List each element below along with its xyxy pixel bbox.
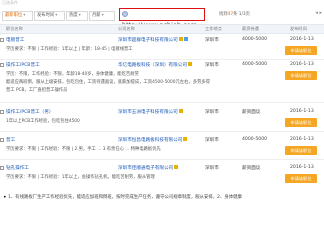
verified-badge-icon xyxy=(174,165,179,169)
pager-arrows[interactable]: ◂ ▸ xyxy=(315,10,322,16)
job-desc: 1年以上PCB工作经验，包吃包住4500 xyxy=(6,119,80,124)
selected-filters-label: 已选条件 xyxy=(0,0,324,6)
col-city: 工作地点 xyxy=(205,26,222,31)
chevron-down-icon: ▾ xyxy=(23,13,26,18)
requirements-text: 1、有线路板厂生产工作经验优先，能适应加班和倒班，按时完成生产任务，遵守公司规章… xyxy=(8,195,242,200)
job-desc: 学历要求：不限 | 工作经验：1年以上 | 年龄：18-45 | 电镀线普工 xyxy=(6,47,133,52)
filter-popularity-label: 热度 xyxy=(69,13,78,18)
col-salary: 薪资待遇 xyxy=(242,26,259,31)
apply-button[interactable]: 申请该职位 xyxy=(285,118,317,127)
job-desc: 普工 PCB，工厂直招普工操作员 xyxy=(6,88,68,93)
company-link[interactable]: 深圳市五洲电子科技有限公司 xyxy=(118,109,183,115)
company-name: 深圳市佳顺通电子有限公司 xyxy=(118,166,174,171)
bullet-dot: • xyxy=(3,194,7,201)
job-title-link[interactable]: 操作工/PCB普工（男） xyxy=(6,109,53,115)
job-salary: 4000-5000 xyxy=(242,137,268,142)
table-header: 职位名称 公司名称 工作地点 薪资待遇 发布时间 xyxy=(0,24,324,34)
job-desc: 学历：不限，工作经验：不限，年龄18-40岁，身体健康，能吃苦耐劳 xyxy=(6,72,139,77)
row-checkbox[interactable] xyxy=(0,138,4,142)
vip-badge-icon xyxy=(183,37,188,41)
row-divider xyxy=(0,159,324,160)
chevron-down-icon: ▾ xyxy=(55,13,58,18)
row-checkbox[interactable] xyxy=(0,166,4,170)
result-summary: 找到47条 1/3页 xyxy=(219,11,250,17)
company-name: 华亿电路板科技（深圳）有限公司 xyxy=(118,63,187,68)
table-row: 普工 深圳市恒昌电路板科技有限公司 深圳市 4000-5000 2016-1-1… xyxy=(0,137,324,161)
row-divider xyxy=(0,102,324,103)
job-date: 2016-1-13 xyxy=(290,37,314,42)
job-salary: 薪资面议 xyxy=(242,166,261,171)
globe-icon xyxy=(122,11,128,17)
apply-button[interactable]: 申请该职位 xyxy=(285,46,317,55)
url-overlay: http://www.pcbjob.com xyxy=(119,8,205,29)
table-row: 钻孔操作工 深圳市佳顺通电子有限公司 深圳市 薪资面议 2016-1-13 申请… xyxy=(0,165,324,189)
job-title-link[interactable]: 电镀普工 xyxy=(6,37,24,43)
verified-badge-icon xyxy=(178,37,183,41)
result-suffix: 条 1/3页 xyxy=(233,12,250,17)
col-date: 发布时间 xyxy=(290,26,307,31)
company-link[interactable]: 华亿电路板科技（深圳）有限公司 xyxy=(118,62,192,68)
filter-popularity[interactable]: 热度▾ xyxy=(66,11,88,21)
row-checkbox[interactable] xyxy=(0,63,4,67)
chevron-down-icon: ▾ xyxy=(78,13,81,18)
filter-latest-label: 最新职位 xyxy=(5,13,23,18)
job-desc: 学历要求：不限 | 工作经验：不限 | 2.男，手工 ... 3.有责任心 ..… xyxy=(6,147,161,152)
filter-latest[interactable]: 最新职位▾ xyxy=(2,11,33,21)
apply-button[interactable]: 申请该职位 xyxy=(285,174,317,183)
col-job-title: 职位名称 xyxy=(6,26,23,31)
job-city: 深圳市 xyxy=(205,138,219,143)
company-link[interactable]: 深圳市恒昌电路板科技有限公司 xyxy=(118,137,188,143)
row-checkbox[interactable] xyxy=(0,38,4,42)
job-date: 2016-1-13 xyxy=(290,109,314,114)
verified-badge-icon xyxy=(187,62,192,66)
job-date: 2016-1-13 xyxy=(290,165,314,170)
row-divider xyxy=(0,131,324,132)
filter-salary-label: 月薪 xyxy=(92,13,101,18)
job-salary: 4000-5000 xyxy=(242,62,268,67)
company-name: 深圳市恒昌电路板科技有限公司 xyxy=(118,138,183,143)
job-date: 2016-1-13 xyxy=(290,62,314,67)
job-city: 深圳市 xyxy=(205,110,219,115)
company-name: 深圳市超群电子科技有限公司 xyxy=(118,38,178,43)
apply-button[interactable]: 申请该职位 xyxy=(285,146,317,155)
col-company: 公司名称 xyxy=(118,26,135,31)
filter-publish-time-label: 发布时间 xyxy=(37,13,55,18)
verified-badge-icon xyxy=(183,137,188,141)
job-desc: 学历要求：不限 | 工作经验：1年以上，会操作钻孔机，能吃苦耐劳，服从管理 xyxy=(6,175,155,180)
company-name: 深圳市五洲电子科技有限公司 xyxy=(118,110,178,115)
row-divider xyxy=(0,59,324,60)
job-city: 深圳市 xyxy=(205,63,219,68)
job-title-link[interactable]: 钻孔操作工 xyxy=(6,165,29,171)
company-link[interactable]: 深圳市佳顺通电子有限公司 xyxy=(118,165,179,171)
job-title-link[interactable]: 普工 xyxy=(6,137,15,143)
filter-publish-time[interactable]: 发布时间▾ xyxy=(34,11,65,21)
job-salary: 4000-5000 xyxy=(242,37,268,42)
apply-button[interactable]: 申请该职位 xyxy=(285,71,317,80)
table-row: 操作工/PCB普工（男） 深圳市五洲电子科技有限公司 深圳市 薪资面议 2016… xyxy=(0,109,324,133)
job-desc: 能适应两班倒，服从上级安排，包吃包住，工资待遇面议，底薪加提成，工资4500-5… xyxy=(6,80,210,85)
job-city: 深圳市 xyxy=(205,166,219,171)
job-city: 深圳市 xyxy=(205,38,219,43)
job-salary: 薪资面议 xyxy=(242,110,261,115)
company-link[interactable]: 深圳市超群电子科技有限公司 xyxy=(118,37,188,43)
table-row: 电镀普工 深圳市超群电子科技有限公司 深圳市 4000-5000 2016-1-… xyxy=(0,37,324,61)
result-prefix: 找到 xyxy=(219,12,228,17)
job-date: 2016-1-13 xyxy=(290,137,314,142)
table-row: 操作工/PCB普工 华亿电路板科技（深圳）有限公司 深圳市 4000-5000 … xyxy=(0,62,324,104)
filter-salary[interactable]: 月薪▾ xyxy=(89,11,115,21)
chevron-down-icon: ▾ xyxy=(101,13,104,18)
row-checkbox[interactable] xyxy=(0,110,4,114)
job-title-link[interactable]: 操作工/PCB普工 xyxy=(6,62,40,68)
verified-badge-icon xyxy=(178,109,183,113)
